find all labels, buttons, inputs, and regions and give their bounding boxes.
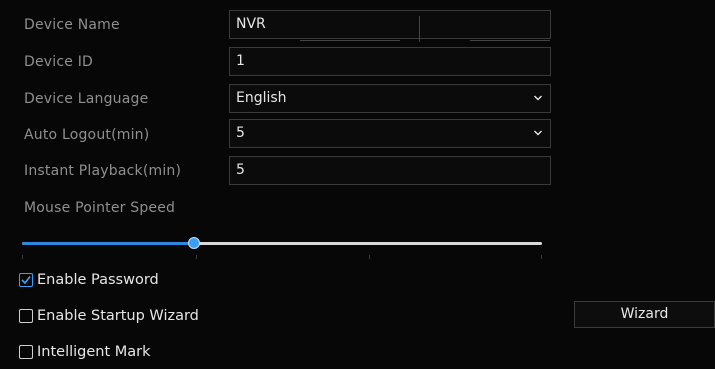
auto-logout-value: 5 [236,125,245,141]
instant-playback-label: Instant Playback(min) [24,163,182,179]
general-settings-panel: Device Name NVR Device ID 1 Device Langu… [0,0,715,369]
intelligent-mark-label: Intelligent Mark [37,344,151,360]
device-name-label: Device Name [24,17,120,33]
chevron-down-icon [534,130,542,137]
slider-fill [22,242,194,245]
enable-password-option[interactable]: Enable Password [19,270,159,290]
check-icon [21,276,31,285]
mouse-pointer-speed-label: Mouse Pointer Speed [24,200,176,216]
device-id-value: 1 [236,53,245,69]
intelligent-mark-option[interactable]: Intelligent Mark [19,342,151,362]
intelligent-mark-checkbox[interactable] [19,345,33,359]
overlay-divider [470,40,550,41]
mouse-pointer-speed-slider[interactable] [22,236,542,259]
instant-playback-value: 5 [236,162,245,178]
device-language-select[interactable]: English [229,84,551,113]
chevron-down-icon [534,95,542,102]
device-name-value: NVR [236,16,266,32]
slider-tick [196,255,197,259]
device-language-value: English [236,90,287,106]
auto-logout-label: Auto Logout(min) [24,127,150,143]
enable-startup-wizard-checkbox[interactable] [19,309,33,323]
overlay-divider [300,40,400,41]
overlay-divider [419,16,420,42]
device-id-input[interactable]: 1 [229,47,551,76]
device-id-label: Device ID [24,54,94,70]
slider-tick [22,255,23,259]
wizard-button[interactable]: Wizard [574,301,715,328]
enable-password-checkbox[interactable] [19,273,33,287]
slider-thumb[interactable] [188,237,200,249]
instant-playback-input[interactable]: 5 [229,156,551,185]
enable-startup-wizard-option[interactable]: Enable Startup Wizard [19,306,199,326]
enable-startup-wizard-label: Enable Startup Wizard [37,308,199,324]
device-language-label: Device Language [24,91,149,107]
auto-logout-select[interactable]: 5 [229,119,551,148]
slider-tick [369,255,370,259]
slider-tick [541,255,542,259]
device-name-input[interactable]: NVR [229,10,551,39]
enable-password-label: Enable Password [37,272,159,288]
